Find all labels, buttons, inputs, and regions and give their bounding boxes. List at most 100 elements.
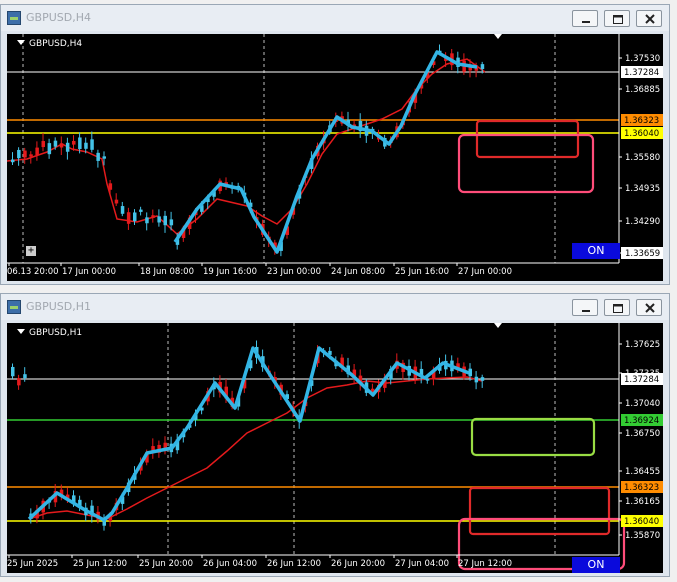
window-title: GBPUSD,H4 <box>26 11 91 24</box>
zone-box <box>457 133 595 194</box>
window-titlebar[interactable]: GBPUSD,H4 <box>1 5 669 31</box>
bearish-candle <box>17 378 21 386</box>
candlestick-chart-svg: 1.37530 1.36885 1.35580 1.34935 1.34290 1.336… <box>7 34 663 277</box>
bullish-candle <box>163 215 167 226</box>
time-label: 25 Jun 16:00 <box>395 267 449 277</box>
zigzag-line <box>173 50 478 254</box>
time-label: 27 Jun 00:00 <box>458 267 512 277</box>
time-label: 25 Jun 12:00 <box>73 559 127 569</box>
time-label: 27 Jun 04:00 <box>395 559 449 569</box>
highlight-label: 1.36040 <box>624 129 659 139</box>
maximize-icon <box>613 15 623 24</box>
time-label: 06.13 20:00 <box>7 267 59 277</box>
bullish-candle <box>120 206 125 214</box>
close-icon <box>645 303 655 313</box>
bearish-candle <box>41 141 45 148</box>
bullish-candle <box>96 152 100 161</box>
shift-marker-icon <box>494 34 502 39</box>
zone-box <box>470 417 596 457</box>
on-button[interactable]: ON <box>572 557 620 573</box>
price-label: 1.36165 <box>625 497 660 507</box>
highlight-label: 1.36323 <box>624 116 659 126</box>
bullish-candle <box>17 149 21 159</box>
chart-window-icon <box>7 300 21 314</box>
minimize-button[interactable] <box>572 299 598 316</box>
bullish-candle <box>11 366 15 377</box>
time-label: 25 Jun 2025 <box>7 559 58 569</box>
bearish-candle <box>72 140 76 145</box>
price-label: 1.37530 <box>625 54 660 64</box>
price-label: 1.34290 <box>625 217 660 227</box>
price-chart[interactable]: 1.37530 1.36885 1.35580 1.34935 1.34290 1.336… <box>7 34 663 281</box>
bullish-candle <box>102 156 106 159</box>
time-label: 25 Jun 20:00 <box>139 559 193 569</box>
highlight-label: 1.37284 <box>624 68 659 78</box>
maximize-button[interactable] <box>604 299 630 316</box>
candlestick-chart-svg: 1.376251.373351.370401.367501.364551.361… <box>7 323 663 571</box>
bullish-candle <box>23 374 27 379</box>
price-chart[interactable]: 1.376251.373351.370401.367501.364551.361… <box>7 323 663 573</box>
close-button[interactable] <box>636 299 662 316</box>
price-label: 1.36750 <box>625 429 660 439</box>
bullish-candle <box>65 142 70 152</box>
time-label: 27 Jun 12:00 <box>458 559 512 569</box>
price-label: 1.36885 <box>625 85 660 95</box>
maximize-button[interactable] <box>604 10 630 27</box>
symbol-label: GBPUSD,H1 <box>17 328 82 338</box>
bullish-candle <box>474 376 479 383</box>
time-label: 19 Jun 16:00 <box>203 267 257 277</box>
time-label: 23 Jun 00:00 <box>267 267 321 277</box>
on-button[interactable]: ON <box>572 243 620 259</box>
plus-icon[interactable]: + <box>26 246 36 256</box>
bearish-candle <box>114 199 119 204</box>
bearish-candle <box>35 147 39 156</box>
bullish-candle <box>169 219 174 226</box>
time-label: 26 Jun 20:00 <box>331 559 385 569</box>
chart-window-h1: GBPUSD,H1 1.376251.373351.370401.367501.… <box>0 293 670 577</box>
zone-box <box>468 486 611 536</box>
bullish-candle <box>53 140 58 147</box>
close-button[interactable] <box>636 10 662 27</box>
minimize-icon <box>582 310 590 312</box>
bullish-candle <box>480 64 485 70</box>
moving-average-line <box>28 376 483 520</box>
price-label: 1.34935 <box>625 184 660 194</box>
zone-box <box>475 119 580 159</box>
chart-window-icon <box>7 11 21 25</box>
bullish-candle <box>157 216 161 223</box>
bearish-candle <box>23 150 27 158</box>
window-titlebar[interactable]: GBPUSD,H1 <box>1 294 669 320</box>
highlight-label: 1.37284 <box>624 375 659 385</box>
bullish-candle <box>133 212 137 222</box>
bearish-candle <box>151 215 155 218</box>
highlight-label: 1.36040 <box>624 517 659 527</box>
bullish-candle <box>78 137 82 150</box>
time-label: 24 Jun 08:00 <box>331 267 385 277</box>
bullish-candle <box>11 159 15 163</box>
maximize-icon <box>613 304 623 313</box>
window-title: GBPUSD,H1 <box>26 300 91 313</box>
minimize-button[interactable] <box>572 10 598 27</box>
bullish-candle <box>480 377 485 381</box>
bullish-candle <box>139 209 143 212</box>
bearish-candle <box>126 212 131 224</box>
time-label: 18 Jun 08:00 <box>140 267 194 277</box>
symbol-label: GBPUSD,H4 <box>17 39 82 49</box>
bearish-candle <box>59 143 64 148</box>
highlight-label: 1.36323 <box>624 483 659 493</box>
bearish-candle <box>108 183 113 190</box>
highlight-label: 1.36924 <box>624 416 659 426</box>
price-label: 1.37625 <box>625 340 660 350</box>
time-label: 26 Jun 12:00 <box>267 559 321 569</box>
bullish-candle <box>84 142 88 149</box>
price-label: 1.35580 <box>625 153 660 163</box>
chart-window-h4: GBPUSD,H4 1.37530 1.36885 1.35580 1.34935 1.… <box>0 4 670 285</box>
bullish-candle <box>90 139 94 150</box>
price-label: 1.33659 <box>625 249 660 259</box>
price-label: 1.35870 <box>625 531 660 541</box>
price-label: 1.37040 <box>625 399 660 409</box>
shift-marker-icon <box>494 323 502 328</box>
time-label: 26 Jun 04:00 <box>203 559 257 569</box>
bullish-candle <box>145 217 149 224</box>
close-icon <box>645 14 655 24</box>
